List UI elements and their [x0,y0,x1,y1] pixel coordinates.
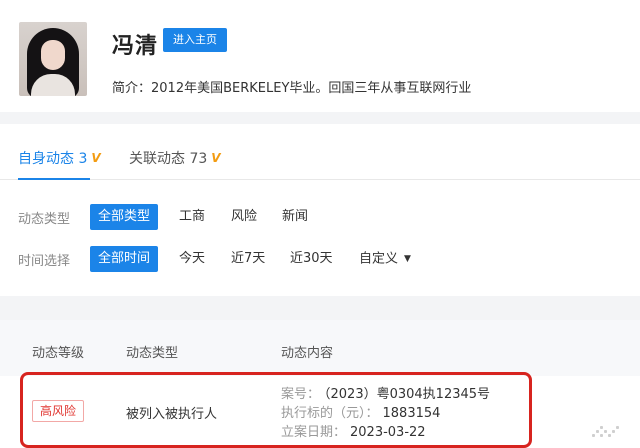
filter-card: 自身动态 3 V 关联动态 73 V 动态类型 全部类型 工商 风险 新闻 时间… [0,124,640,296]
avatar[interactable] [19,22,87,96]
v-badge-icon: V [211,151,221,165]
type-option-risk[interactable]: 风险 [231,204,257,230]
caret-down-icon: ▼ [404,254,411,264]
header-level: 动态等级 [32,346,85,361]
time-filter-row: 时间选择 全部时间 今天 近7天 近30天 自定义 ▼ [0,244,640,274]
type-option-all[interactable]: 全部类型 [90,204,159,230]
type-filter-row: 动态类型 全部类型 工商 风险 新闻 [0,202,640,232]
tab-own-activity-label: 自身动态 3 [18,151,88,167]
time-option-custom[interactable]: 自定义 ▼ [359,246,411,272]
case-number-key: 案号： [281,387,321,402]
tab-own-activity[interactable]: 自身动态 3 V [18,148,101,168]
type-option-business[interactable]: 工商 [179,204,205,230]
time-option-all[interactable]: 全部时间 [90,246,159,272]
time-option-30days[interactable]: 近30天 [290,246,333,272]
execution-amount-line: 执行标的（元）： 1883154 [281,402,440,421]
time-option-today[interactable]: 今天 [179,246,205,272]
time-option-7days[interactable]: 近7天 [231,246,265,272]
v-badge-icon: V [91,151,101,165]
execution-amount-value: 1883154 [382,406,441,421]
header-type: 动态类型 [126,346,179,361]
table-header: 动态等级 动态类型 动态内容 [0,320,640,376]
type-filter-label: 动态类型 [18,212,71,227]
type-option-news[interactable]: 新闻 [282,204,308,230]
profile-card: 冯清 进入主页 简介：2012年美国BERKELEY毕业。回国三年从事互联网行业 [0,0,640,112]
risk-level-badge: 高风险 [32,400,84,422]
active-tab-indicator [18,178,90,180]
case-number-value: （2023）粤0304执12345号 [324,387,491,402]
event-type-cell: 被列入被执行人 [126,407,218,422]
profile-intro: 简介：2012年美国BERKELEY毕业。回国三年从事互联网行业 [112,81,472,96]
filing-date-line: 立案日期： 2023-03-22 [281,421,426,440]
tab-related-activity-label: 关联动态 73 [129,151,208,167]
filing-date-key: 立案日期： [281,425,347,440]
tab-related-activity[interactable]: 关联动态 73 V [129,148,221,168]
filing-date-value: 2023-03-22 [350,425,426,440]
watermark-decoration [592,426,620,440]
time-option-custom-label: 自定义 [359,251,399,267]
execution-amount-key: 执行标的（元）： [281,406,379,421]
case-number-line: 案号： （2023）粤0304执12345号 [281,383,490,402]
avatar-face [41,40,65,70]
tab-bar: 自身动态 3 V 关联动态 73 V [0,124,640,180]
profile-name: 冯清 [112,34,159,59]
header-content: 动态内容 [281,346,334,361]
enter-homepage-button[interactable]: 进入主页 [163,28,227,52]
time-filter-label: 时间选择 [18,254,71,269]
